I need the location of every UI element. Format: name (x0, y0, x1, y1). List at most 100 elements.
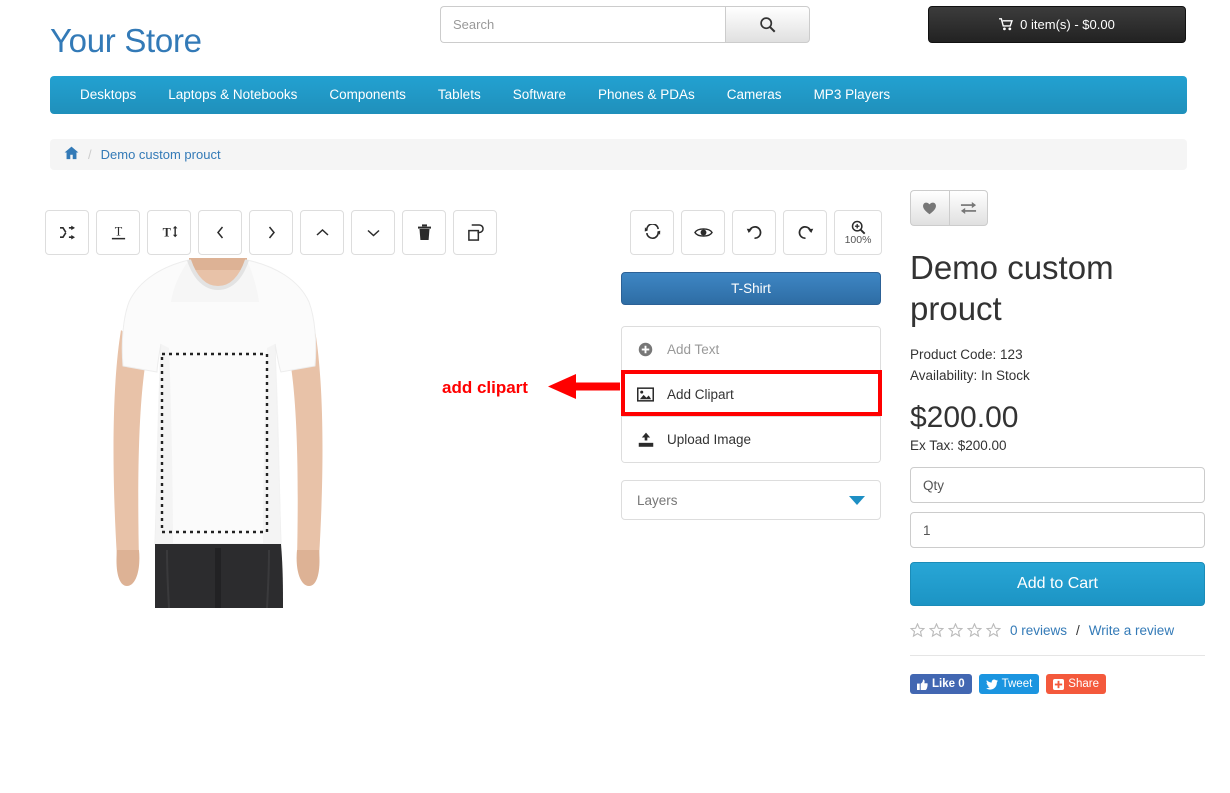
product-meta: Product Code: 123 Availability: In Stock (910, 344, 1205, 386)
nav-item-mp3-players[interactable]: MP3 Players (798, 76, 907, 114)
product-price: $200.00 (910, 401, 1019, 434)
add-to-cart-button[interactable]: Add to Cart (910, 562, 1205, 606)
nav-item-laptops-notebooks[interactable]: Laptops & Notebooks (152, 76, 313, 114)
move-right-button[interactable] (249, 210, 293, 255)
qty-input[interactable] (910, 512, 1205, 548)
product-type-tab-tshirt[interactable]: T-Shirt (621, 272, 881, 305)
nav-item-desktops[interactable]: Desktops (64, 76, 152, 114)
page-root: Your Store 0 item(s) - $0.00 Desktops La… (0, 0, 1230, 793)
search-icon (760, 17, 776, 33)
annotation-label: add clipart (442, 378, 528, 397)
shuffle-button[interactable] (45, 210, 89, 255)
nav-item-software[interactable]: Software (497, 76, 582, 114)
plus-circle-icon (637, 342, 654, 357)
heart-icon (923, 202, 937, 215)
site-logo[interactable]: Your Store (50, 22, 202, 60)
breadcrumb-separator: / (88, 147, 92, 162)
search-input[interactable] (440, 6, 725, 43)
facebook-like-label: Like 0 (932, 678, 965, 690)
thumbs-up-icon (917, 678, 928, 690)
cart-total-label: 0 item(s) - $0.00 (1020, 17, 1115, 32)
nav-item-phones-pdas[interactable]: Phones & PDAs (582, 76, 711, 114)
tshirt-design-canvas[interactable] (103, 258, 333, 608)
annotation-arrow (548, 373, 620, 406)
shuffle-icon (59, 225, 75, 240)
share-label: Share (1068, 678, 1099, 690)
trash-icon (417, 224, 431, 240)
breadcrumb-home-link[interactable] (64, 146, 79, 163)
move-left-button[interactable] (198, 210, 242, 255)
svg-text:T: T (114, 224, 122, 238)
rating-stars (910, 623, 1001, 638)
site-header: Your Store 0 item(s) - $0.00 (0, 0, 1230, 72)
image-icon (637, 386, 654, 402)
clone-button[interactable] (453, 210, 497, 255)
clone-icon (467, 224, 484, 241)
left-arrow-icon (548, 374, 620, 399)
compare-button[interactable] (948, 190, 988, 226)
designer-canvas-toolbar: 100% (630, 210, 882, 255)
text-height-button[interactable]: T (147, 210, 191, 255)
star-empty-icon (929, 623, 944, 638)
undo-button[interactable] (732, 210, 776, 255)
refresh-button[interactable] (630, 210, 674, 255)
twitter-tweet-button[interactable]: Tweet (978, 674, 1040, 694)
delete-button[interactable] (402, 210, 446, 255)
text-underline-icon: T (111, 224, 125, 240)
designer-action-list: Add Text Add Clipart Upload Image (621, 326, 881, 463)
facebook-like-button[interactable]: Like 0 (910, 674, 972, 694)
exchange-icon (960, 201, 976, 215)
move-up-button[interactable] (300, 210, 344, 255)
zoom-level-label: 100% (844, 233, 872, 246)
product-reviews-row: 0 reviews / Write a review (910, 623, 1205, 638)
star-empty-icon (986, 623, 1001, 638)
move-down-button[interactable] (351, 210, 395, 255)
add-clipart-item[interactable]: Add Clipart (622, 372, 880, 417)
add-text-item[interactable]: Add Text (622, 327, 880, 372)
zoom-in-icon (851, 220, 865, 234)
product-ex-tax: Ex Tax: $200.00 (910, 438, 1007, 453)
reviews-separator: / (1076, 623, 1080, 638)
svg-text:T: T (162, 225, 170, 239)
qty-label-field: Qty (910, 467, 1205, 503)
star-empty-icon (967, 623, 982, 638)
layers-panel[interactable]: Layers (621, 480, 881, 520)
product-code: Product Code: 123 (910, 347, 1023, 362)
product-action-button-group (910, 190, 988, 226)
write-review-link[interactable]: Write a review (1089, 623, 1174, 638)
upload-image-label: Upload Image (667, 432, 752, 447)
add-clipart-label: Add Clipart (667, 386, 734, 402)
product-availability: Availability: In Stock (910, 368, 1030, 383)
shopping-cart-icon (999, 18, 1014, 31)
chevron-down-icon (366, 229, 380, 237)
text-height-icon: T (162, 225, 177, 239)
chevron-left-icon (216, 226, 223, 239)
upload-image-item[interactable]: Upload Image (622, 417, 880, 462)
qty-label: Qty (923, 477, 945, 493)
social-share-row: Like 0 Tweet Share (910, 674, 1205, 694)
cart-button[interactable]: 0 item(s) - $0.00 (928, 6, 1186, 43)
redo-button[interactable] (783, 210, 827, 255)
eye-icon (693, 228, 713, 237)
search-button[interactable] (725, 6, 810, 43)
breadcrumb-current[interactable]: Demo custom prouct (101, 147, 221, 162)
nav-item-cameras[interactable]: Cameras (711, 76, 798, 114)
chevron-up-icon (315, 228, 329, 236)
add-to-wishlist-button[interactable] (910, 190, 949, 226)
upload-icon (637, 432, 654, 448)
reviews-count-link[interactable]: 0 reviews (1010, 623, 1067, 638)
add-text-label: Add Text (667, 341, 720, 357)
nav-item-components[interactable]: Components (313, 76, 422, 114)
main-navigation: Desktops Laptops & Notebooks Components … (50, 76, 1187, 114)
text-underline-button[interactable]: T (96, 210, 140, 255)
preview-button[interactable] (681, 210, 725, 255)
product-title: Demo custom prouct (910, 249, 1114, 327)
redo-icon (798, 226, 813, 240)
nav-item-tablets[interactable]: Tablets (422, 76, 497, 114)
zoom-level-button[interactable]: 100% (834, 210, 882, 255)
refresh-icon (644, 224, 660, 240)
share-button[interactable]: Share (1046, 674, 1106, 694)
home-icon (64, 146, 79, 160)
designer-left-toolbar: T T (45, 210, 497, 255)
caret-down-icon[interactable] (849, 495, 865, 505)
